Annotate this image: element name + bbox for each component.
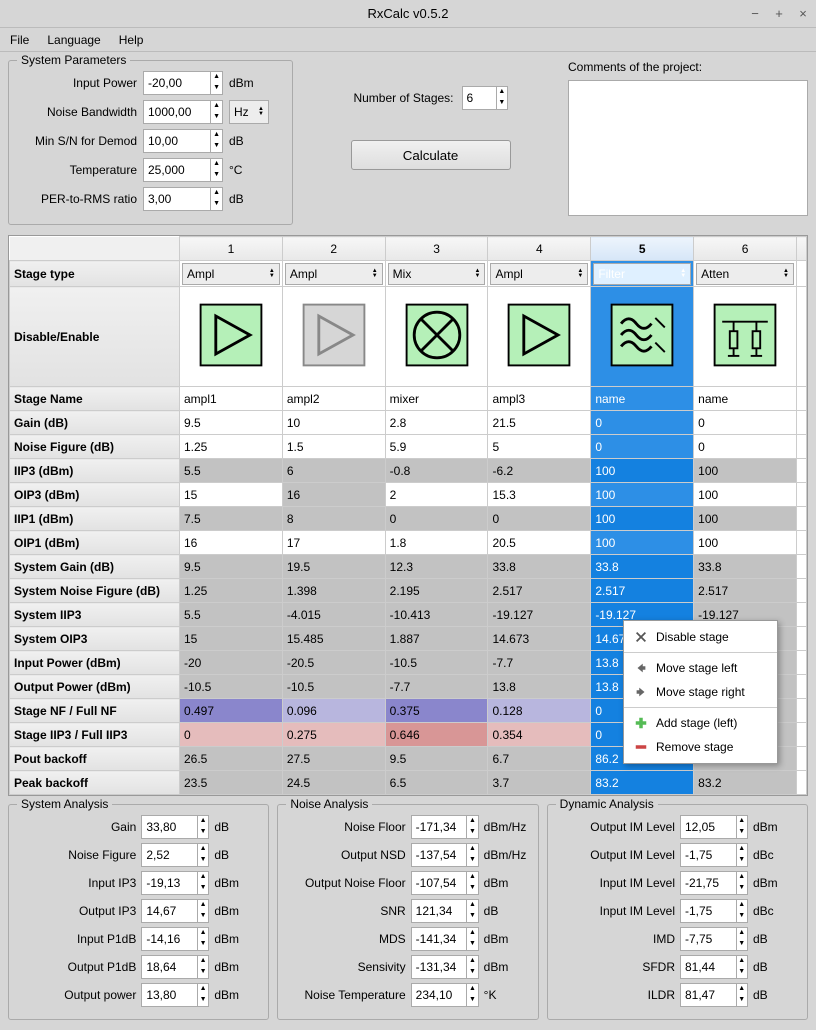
stage-icon-ampl-disabled[interactable]	[282, 287, 385, 387]
minimize-icon[interactable]: −	[748, 7, 762, 21]
stage-type-combo[interactable]: Filter▲▼	[593, 263, 691, 285]
col-header[interactable]: 6	[694, 237, 797, 261]
col-header[interactable]: 2	[282, 237, 385, 261]
sa-gain[interactable]: ▲▼	[141, 815, 209, 839]
ctx-move-left[interactable]: Move stage left	[624, 656, 777, 680]
arrow-right-icon	[634, 685, 648, 699]
da-oim-dbm[interactable]: ▲▼	[680, 815, 748, 839]
calculate-button[interactable]: Calculate	[351, 140, 511, 170]
col-header[interactable]: 3	[385, 237, 488, 261]
stage-icon-ampl[interactable]	[488, 287, 591, 387]
noise-bw-unit-combo[interactable]: Hz▲▼	[229, 100, 269, 124]
da-iim-dbc[interactable]: ▲▼	[680, 899, 748, 923]
stage-type-combo[interactable]: Ampl▲▼	[490, 263, 588, 285]
sa-op1db[interactable]: ▲▼	[141, 955, 209, 979]
col-header[interactable]: 4	[488, 237, 591, 261]
ctx-add-stage[interactable]: Add stage (left)	[624, 711, 777, 735]
na-sens[interactable]: ▲▼	[411, 955, 479, 979]
menu-help[interactable]: Help	[119, 33, 144, 47]
ctx-move-right[interactable]: Move stage right	[624, 680, 777, 704]
stages-table: 1 2 3 4 5 6 Stage type Ampl▲▼ Ampl▲▼ Mix…	[8, 235, 808, 796]
context-menu: Disable stage Move stage left Move stage…	[623, 620, 778, 764]
titlebar: RxCalc v0.5.2 − + ×	[0, 0, 816, 28]
stage-icon-ampl[interactable]	[180, 287, 283, 387]
sa-ip1db[interactable]: ▲▼	[141, 927, 209, 951]
min-sn-field[interactable]: ▲▼	[143, 129, 223, 153]
input-power-field[interactable]: ▲▼	[143, 71, 223, 95]
stage-icon-filter[interactable]	[591, 287, 694, 387]
close-icon[interactable]: ×	[796, 7, 810, 21]
system-parameters-group: System Parameters Input Power ▲▼ dBm Noi…	[8, 60, 293, 225]
comments-textarea[interactable]	[568, 80, 808, 216]
da-iim-dbm[interactable]: ▲▼	[680, 871, 748, 895]
col-header-selected[interactable]: 5	[591, 237, 694, 261]
na-onsd[interactable]: ▲▼	[411, 843, 479, 867]
num-stages-field[interactable]: ▲▼	[462, 86, 508, 110]
stage-icon-mixer[interactable]	[385, 287, 488, 387]
stage-type-combo[interactable]: Ampl▲▼	[285, 263, 383, 285]
stage-type-combo[interactable]: Ampl▲▼	[182, 263, 280, 285]
menu-language[interactable]: Language	[47, 33, 100, 47]
system-analysis-group: System Analysis Gain▲▼dB Noise Figure▲▼d…	[8, 804, 269, 1020]
na-snr[interactable]: ▲▼	[411, 899, 479, 923]
da-ildr[interactable]: ▲▼	[680, 983, 748, 1007]
per-rms-field[interactable]: ▲▼	[143, 187, 223, 211]
na-ntemp[interactable]: ▲▼	[411, 983, 479, 1007]
ctx-remove-stage[interactable]: Remove stage	[624, 735, 777, 759]
comments-label: Comments of the project:	[568, 60, 808, 74]
stage-type-combo[interactable]: Atten▲▼	[696, 263, 794, 285]
menubar: File Language Help	[0, 28, 816, 52]
na-onf[interactable]: ▲▼	[411, 871, 479, 895]
col-header[interactable]: 1	[180, 237, 283, 261]
minus-icon	[634, 740, 648, 754]
close-icon	[634, 630, 648, 644]
sa-outpow[interactable]: ▲▼	[141, 983, 209, 1007]
temperature-field[interactable]: ▲▼	[143, 158, 223, 182]
da-oim-dbc[interactable]: ▲▼	[680, 843, 748, 867]
plus-icon	[634, 716, 648, 730]
ctx-disable-stage[interactable]: Disable stage	[624, 625, 777, 649]
sa-oip3[interactable]: ▲▼	[141, 899, 209, 923]
dynamic-analysis-group: Dynamic Analysis Output IM Level▲▼dBm Ou…	[547, 804, 808, 1020]
stage-type-combo[interactable]: Mix▲▼	[388, 263, 486, 285]
maximize-icon[interactable]: +	[772, 7, 786, 21]
noise-bw-field[interactable]: ▲▼	[143, 100, 223, 124]
da-sfdr[interactable]: ▲▼	[680, 955, 748, 979]
menu-file[interactable]: File	[10, 33, 29, 47]
da-imd[interactable]: ▲▼	[680, 927, 748, 951]
stage-icon-atten[interactable]	[694, 287, 797, 387]
noise-analysis-group: Noise Analysis Noise Floor▲▼dBm/Hz Outpu…	[277, 804, 538, 1020]
sa-nf[interactable]: ▲▼	[141, 843, 209, 867]
sa-iip3[interactable]: ▲▼	[141, 871, 209, 895]
na-floor[interactable]: ▲▼	[411, 815, 479, 839]
num-stages-label: Number of Stages:	[353, 91, 453, 105]
window-title: RxCalc v0.5.2	[368, 6, 449, 21]
na-mds[interactable]: ▲▼	[411, 927, 479, 951]
arrow-left-icon	[634, 661, 648, 675]
